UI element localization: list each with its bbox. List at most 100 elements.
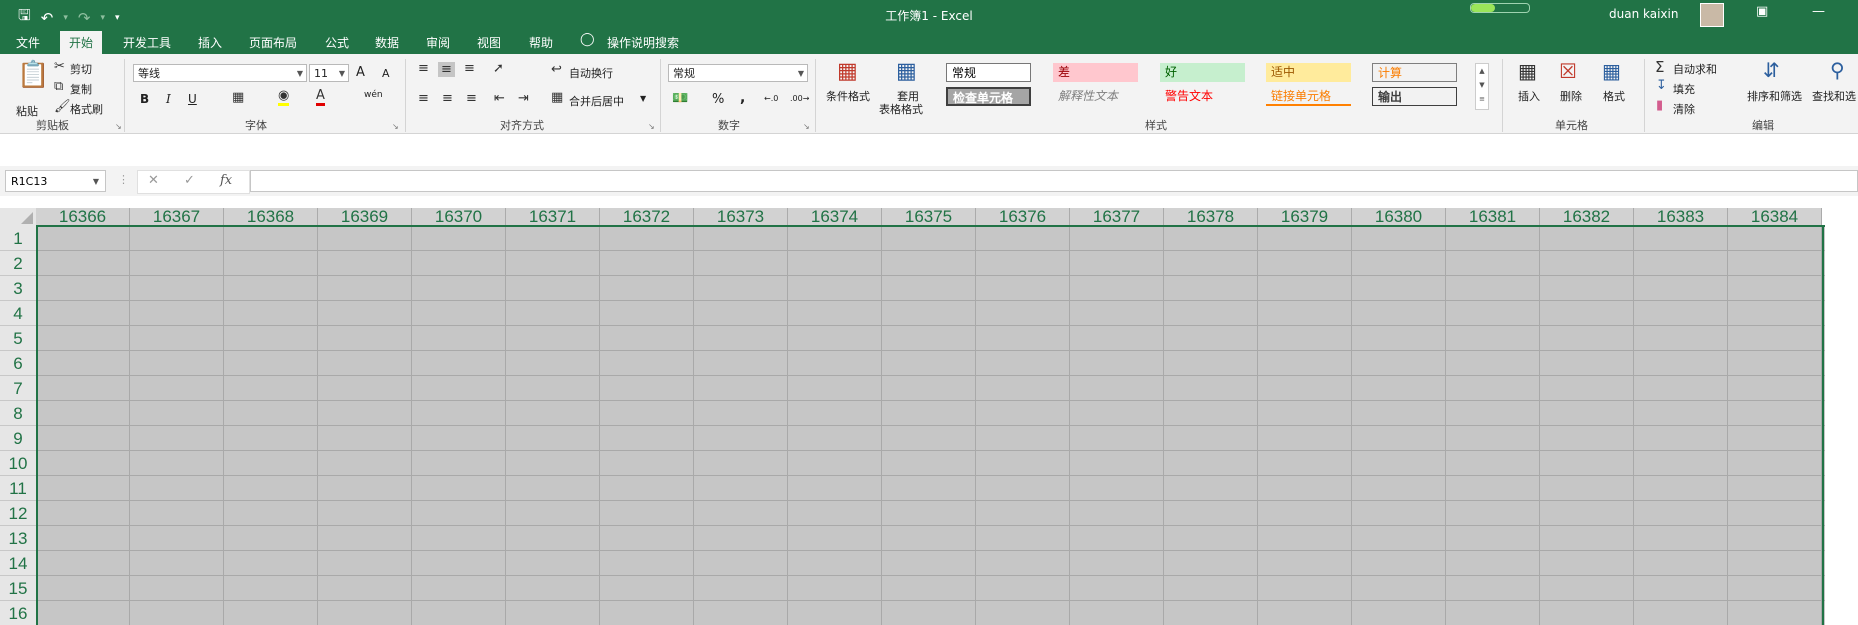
currency-icon[interactable]: 💵	[672, 91, 688, 106]
sort-filter-button[interactable]: 排序和筛选	[1747, 88, 1802, 104]
styles-scroll[interactable]: ▲ ▼ ≡	[1475, 63, 1489, 110]
underline-button[interactable]: U	[188, 92, 197, 106]
chevron-down-icon[interactable]: ▼	[640, 94, 646, 103]
clear-button[interactable]: 清除	[1673, 101, 1695, 117]
cut-button[interactable]: 剪切	[70, 61, 92, 77]
align-right-icon[interactable]: ≡	[466, 91, 477, 106]
copy-button[interactable]: 复制	[70, 81, 92, 97]
row-header[interactable]: 13	[0, 526, 36, 551]
shrink-font-button[interactable]: A	[382, 67, 390, 80]
tab-insert[interactable]: 插入	[198, 34, 222, 51]
row-header[interactable]: 12	[0, 501, 36, 526]
percent-button[interactable]: %	[712, 92, 724, 107]
tab-developer[interactable]: 开发工具	[123, 34, 171, 51]
row-header[interactable]: 10	[0, 451, 36, 476]
paste-button[interactable]: 粘贴	[16, 103, 38, 119]
column-header[interactable]: 16370	[412, 208, 506, 226]
increase-indent-icon[interactable]: ⇥	[518, 91, 529, 106]
tell-me-search[interactable]: 操作说明搜索	[607, 34, 679, 51]
conditional-format-button[interactable]: 条件格式	[826, 88, 870, 104]
format-cells-button[interactable]: 格式	[1603, 88, 1625, 104]
row-header[interactable]: 7	[0, 376, 36, 401]
row-header[interactable]: 4	[0, 301, 36, 326]
bold-button[interactable]: B	[140, 92, 149, 106]
orientation-icon[interactable]: ➚	[493, 61, 504, 76]
minimize-icon[interactable]: —	[1812, 4, 1825, 19]
dialog-launcher-icon[interactable]: ↘	[648, 122, 655, 131]
insert-function-icon[interactable]: fx	[220, 173, 232, 188]
align-middle-icon[interactable]: ≡	[438, 62, 455, 77]
paste-icon[interactable]: 📋	[17, 60, 49, 90]
dialog-launcher-icon[interactable]: ↘	[392, 122, 399, 131]
style-check-cell[interactable]: 检查单元格	[946, 87, 1031, 106]
ribbon-display-icon[interactable]: ▣	[1756, 4, 1768, 19]
column-header[interactable]: 16383	[1634, 208, 1728, 226]
tab-view[interactable]: 视图	[477, 34, 501, 51]
column-header[interactable]: 16366	[36, 208, 130, 226]
align-top-icon[interactable]: ≡	[418, 61, 429, 76]
tab-file[interactable]: 文件	[16, 34, 40, 51]
find-select-button[interactable]: 查找和选	[1812, 88, 1856, 104]
style-output[interactable]: 输出	[1372, 87, 1457, 106]
number-format-select[interactable]: 常规 ▼	[668, 64, 808, 82]
format-painter-button[interactable]: 格式刷	[70, 101, 103, 117]
border-icon[interactable]: ▦	[232, 90, 244, 105]
dialog-launcher-icon[interactable]: ↘	[115, 122, 122, 131]
font-name-select[interactable]: 等线 ▼	[133, 64, 307, 82]
font-color-icon[interactable]: A	[316, 89, 325, 106]
font-size-select[interactable]: 11 ▼	[309, 64, 349, 82]
row-header[interactable]: 5	[0, 326, 36, 351]
worksheet[interactable]: 16366 16367 16368 16369 16370 16371 16372 16373…	[0, 196, 1858, 625]
tab-review[interactable]: 审阅	[426, 34, 450, 51]
autosum-button[interactable]: 自动求和	[1673, 61, 1717, 77]
italic-button[interactable]: I	[166, 92, 171, 106]
row-header[interactable]: 14	[0, 551, 36, 576]
phonetic-button[interactable]: wén	[364, 90, 383, 100]
tab-formulas[interactable]: 公式	[325, 34, 349, 51]
column-header[interactable]: 16380	[1352, 208, 1446, 226]
align-left-icon[interactable]: ≡	[418, 91, 429, 106]
fill-button[interactable]: 填充	[1673, 81, 1695, 97]
column-header[interactable]: 16369	[318, 208, 412, 226]
row-header[interactable]: 3	[0, 276, 36, 301]
row-header[interactable]: 15	[0, 576, 36, 601]
column-header[interactable]: 16375	[882, 208, 976, 226]
select-all-button[interactable]	[0, 208, 36, 226]
increase-decimal-icon[interactable]: ←.0	[764, 94, 778, 103]
column-header[interactable]: 16377	[1070, 208, 1164, 226]
avatar[interactable]	[1700, 3, 1724, 27]
row-header[interactable]: 9	[0, 426, 36, 451]
style-good[interactable]: 好	[1160, 63, 1245, 82]
cancel-icon[interactable]: ✕	[148, 173, 159, 188]
column-header[interactable]: 16373	[694, 208, 788, 226]
row-header[interactable]: 6	[0, 351, 36, 376]
row-header[interactable]: 2	[0, 251, 36, 276]
dialog-launcher-icon[interactable]: ↘	[803, 122, 810, 131]
user-name[interactable]: duan kaixin	[1609, 7, 1678, 21]
row-header[interactable]: 8	[0, 401, 36, 426]
style-warning[interactable]: 警告文本	[1160, 87, 1245, 106]
column-header[interactable]: 16382	[1540, 208, 1634, 226]
decrease-indent-icon[interactable]: ⇤	[494, 91, 505, 106]
row-header[interactable]: 1	[0, 226, 36, 251]
column-header[interactable]: 16381	[1446, 208, 1540, 226]
style-calculation[interactable]: 计算	[1372, 63, 1457, 82]
wrap-text-button[interactable]: 自动换行	[569, 65, 613, 81]
align-center-icon[interactable]: ≡	[442, 91, 453, 106]
style-neutral[interactable]: 适中	[1266, 63, 1351, 82]
tab-help[interactable]: 帮助	[529, 34, 553, 51]
grow-font-button[interactable]: A	[356, 65, 365, 80]
format-as-table-button-line2[interactable]: 表格格式	[879, 101, 923, 117]
enter-icon[interactable]: ✓	[184, 173, 195, 188]
formula-input[interactable]	[250, 170, 1858, 192]
column-header[interactable]: 16372	[600, 208, 694, 226]
column-header[interactable]: 16384	[1728, 208, 1822, 226]
insert-cells-button[interactable]: 插入	[1518, 88, 1540, 104]
column-header[interactable]: 16379	[1258, 208, 1352, 226]
column-header[interactable]: 16374	[788, 208, 882, 226]
delete-cells-button[interactable]: 删除	[1560, 88, 1582, 104]
column-header[interactable]: 16376	[976, 208, 1070, 226]
column-header[interactable]: 16378	[1164, 208, 1258, 226]
merge-center-button[interactable]: 合并后居中	[569, 93, 624, 109]
comma-button[interactable]: ,	[740, 90, 745, 106]
